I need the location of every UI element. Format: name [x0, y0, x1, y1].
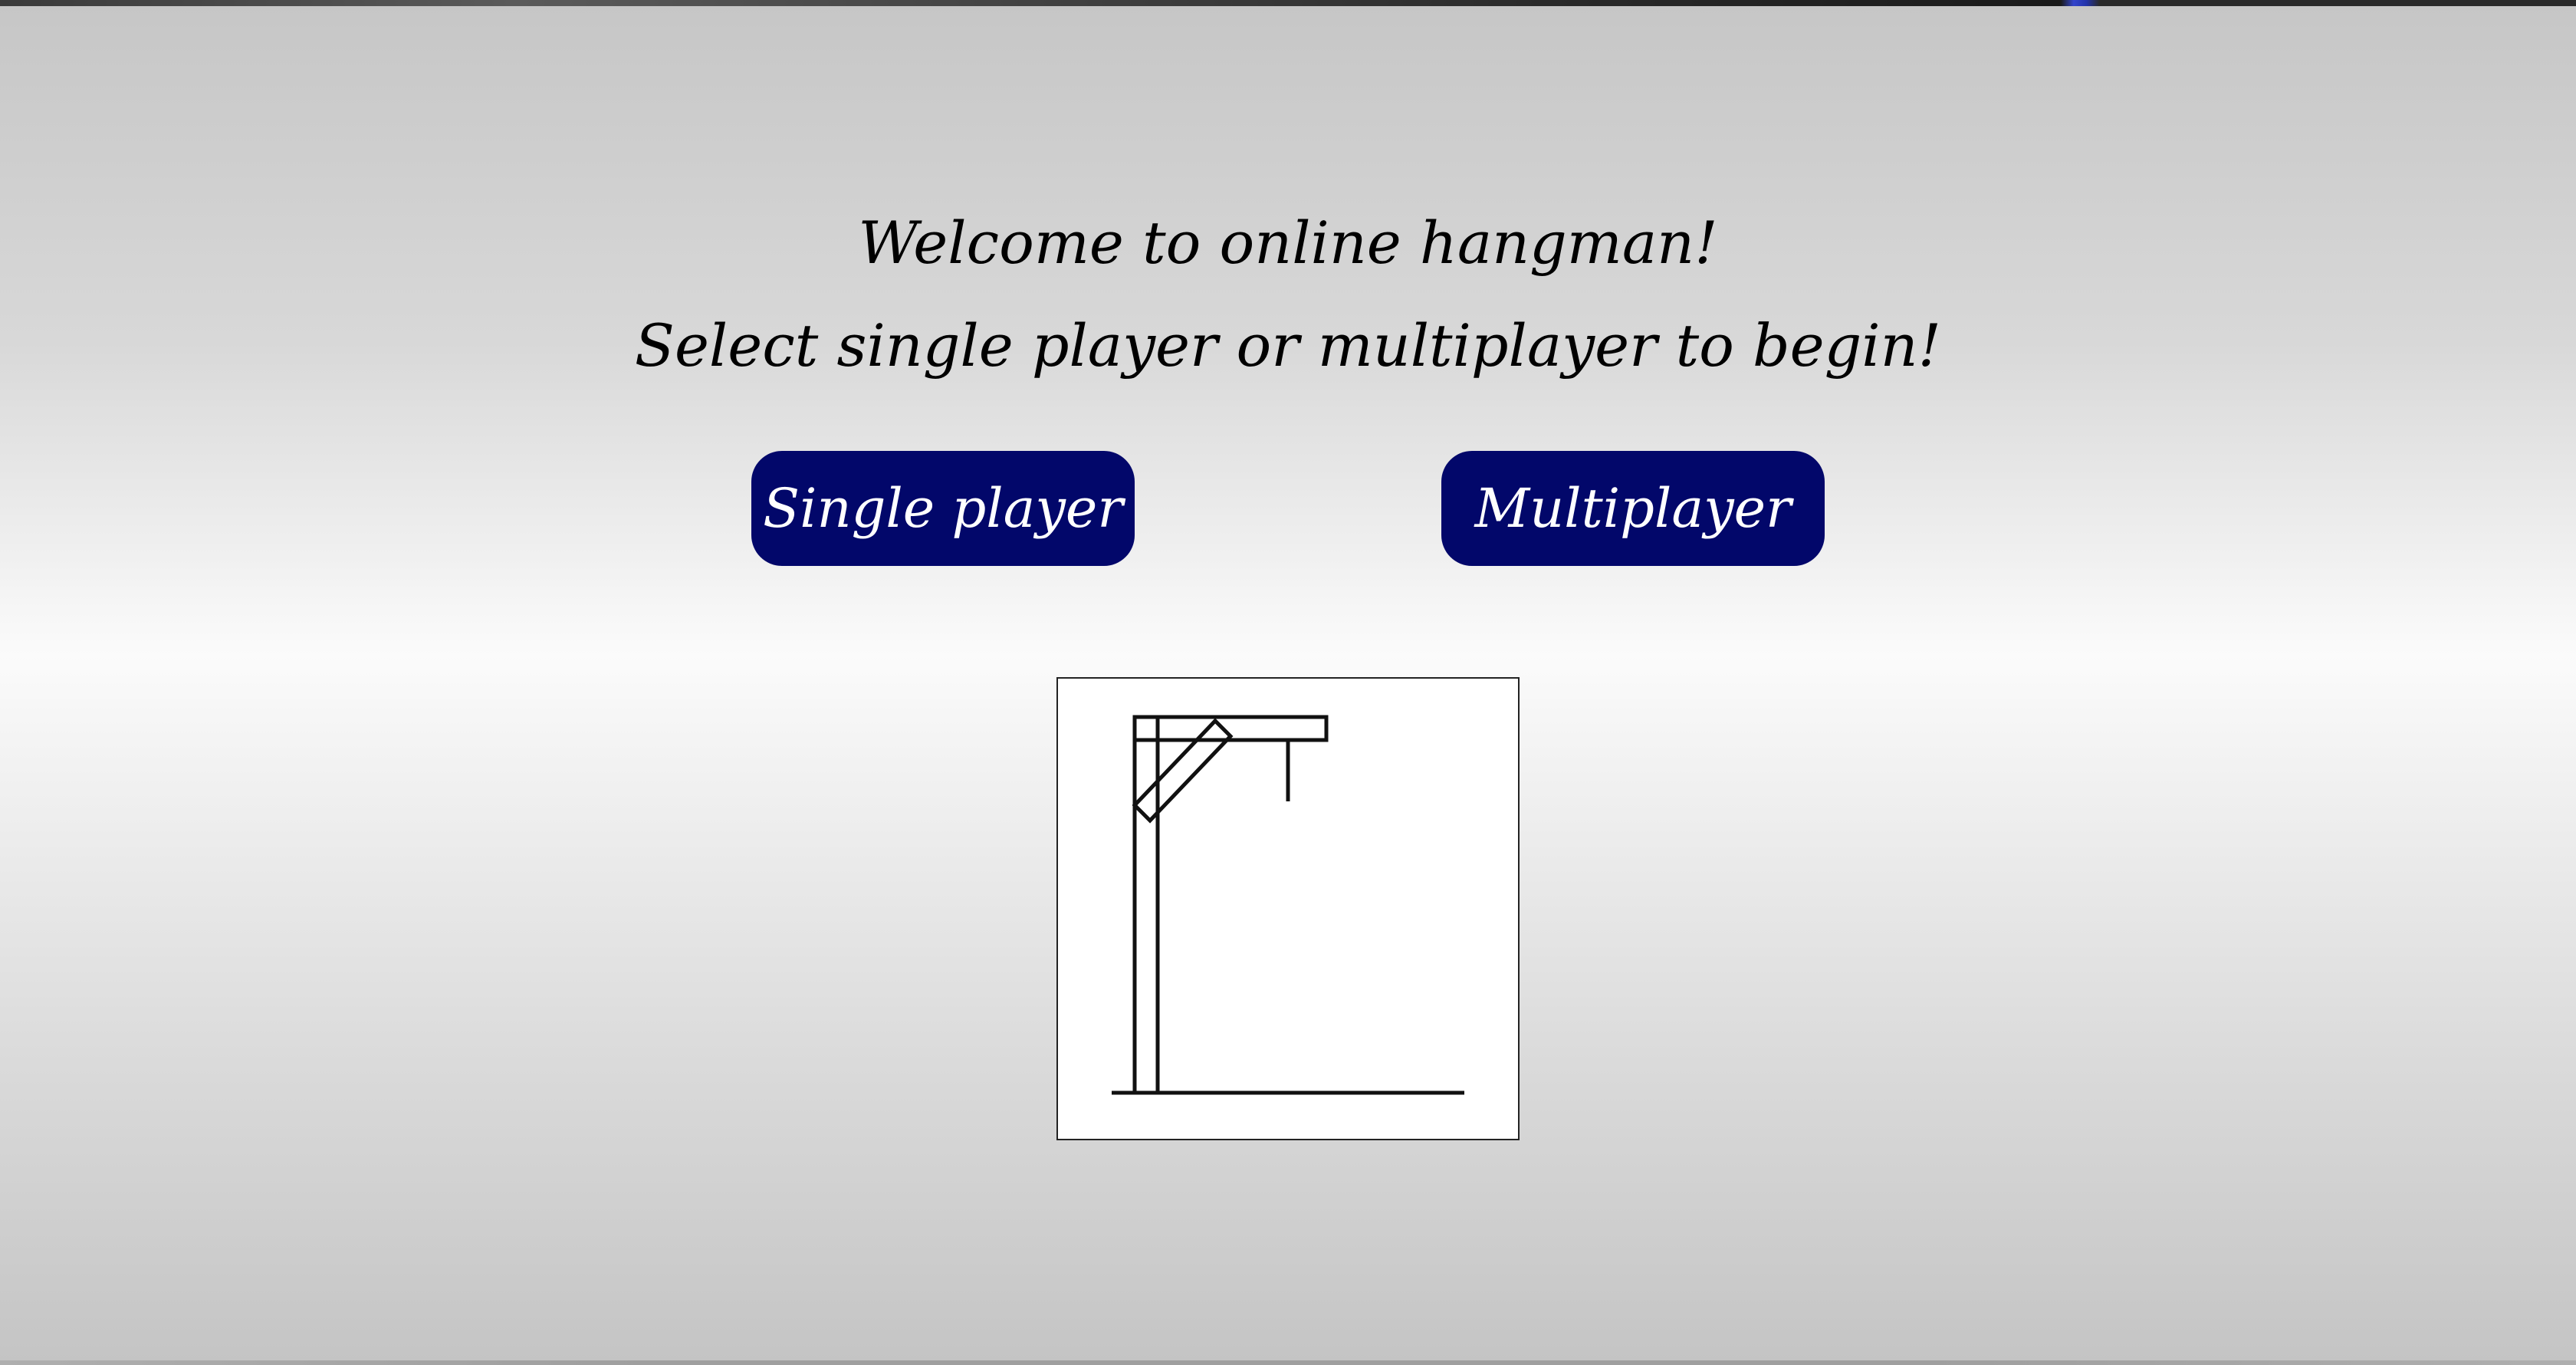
single-player-button[interactable]: Single player	[751, 451, 1135, 566]
hangman-canvas	[1056, 677, 1520, 1140]
welcome-message: Welcome to online hangman! Select single…	[0, 192, 2576, 397]
multiplayer-button[interactable]: Multiplayer	[1441, 451, 1825, 566]
gallows-post	[1132, 715, 1160, 1095]
welcome-title: Welcome to online hangman!	[858, 209, 1718, 277]
multiplayer-button-label: Multiplayer	[1474, 477, 1792, 540]
window-top-bar	[0, 0, 2576, 6]
single-player-button-label: Single player	[763, 477, 1123, 540]
gallows-brace	[1132, 718, 1234, 824]
window-bottom-edge	[0, 1360, 2576, 1365]
gallows-icon	[1112, 715, 1464, 1095]
welcome-instructions: Select single player or multiplayer to b…	[634, 311, 1942, 380]
